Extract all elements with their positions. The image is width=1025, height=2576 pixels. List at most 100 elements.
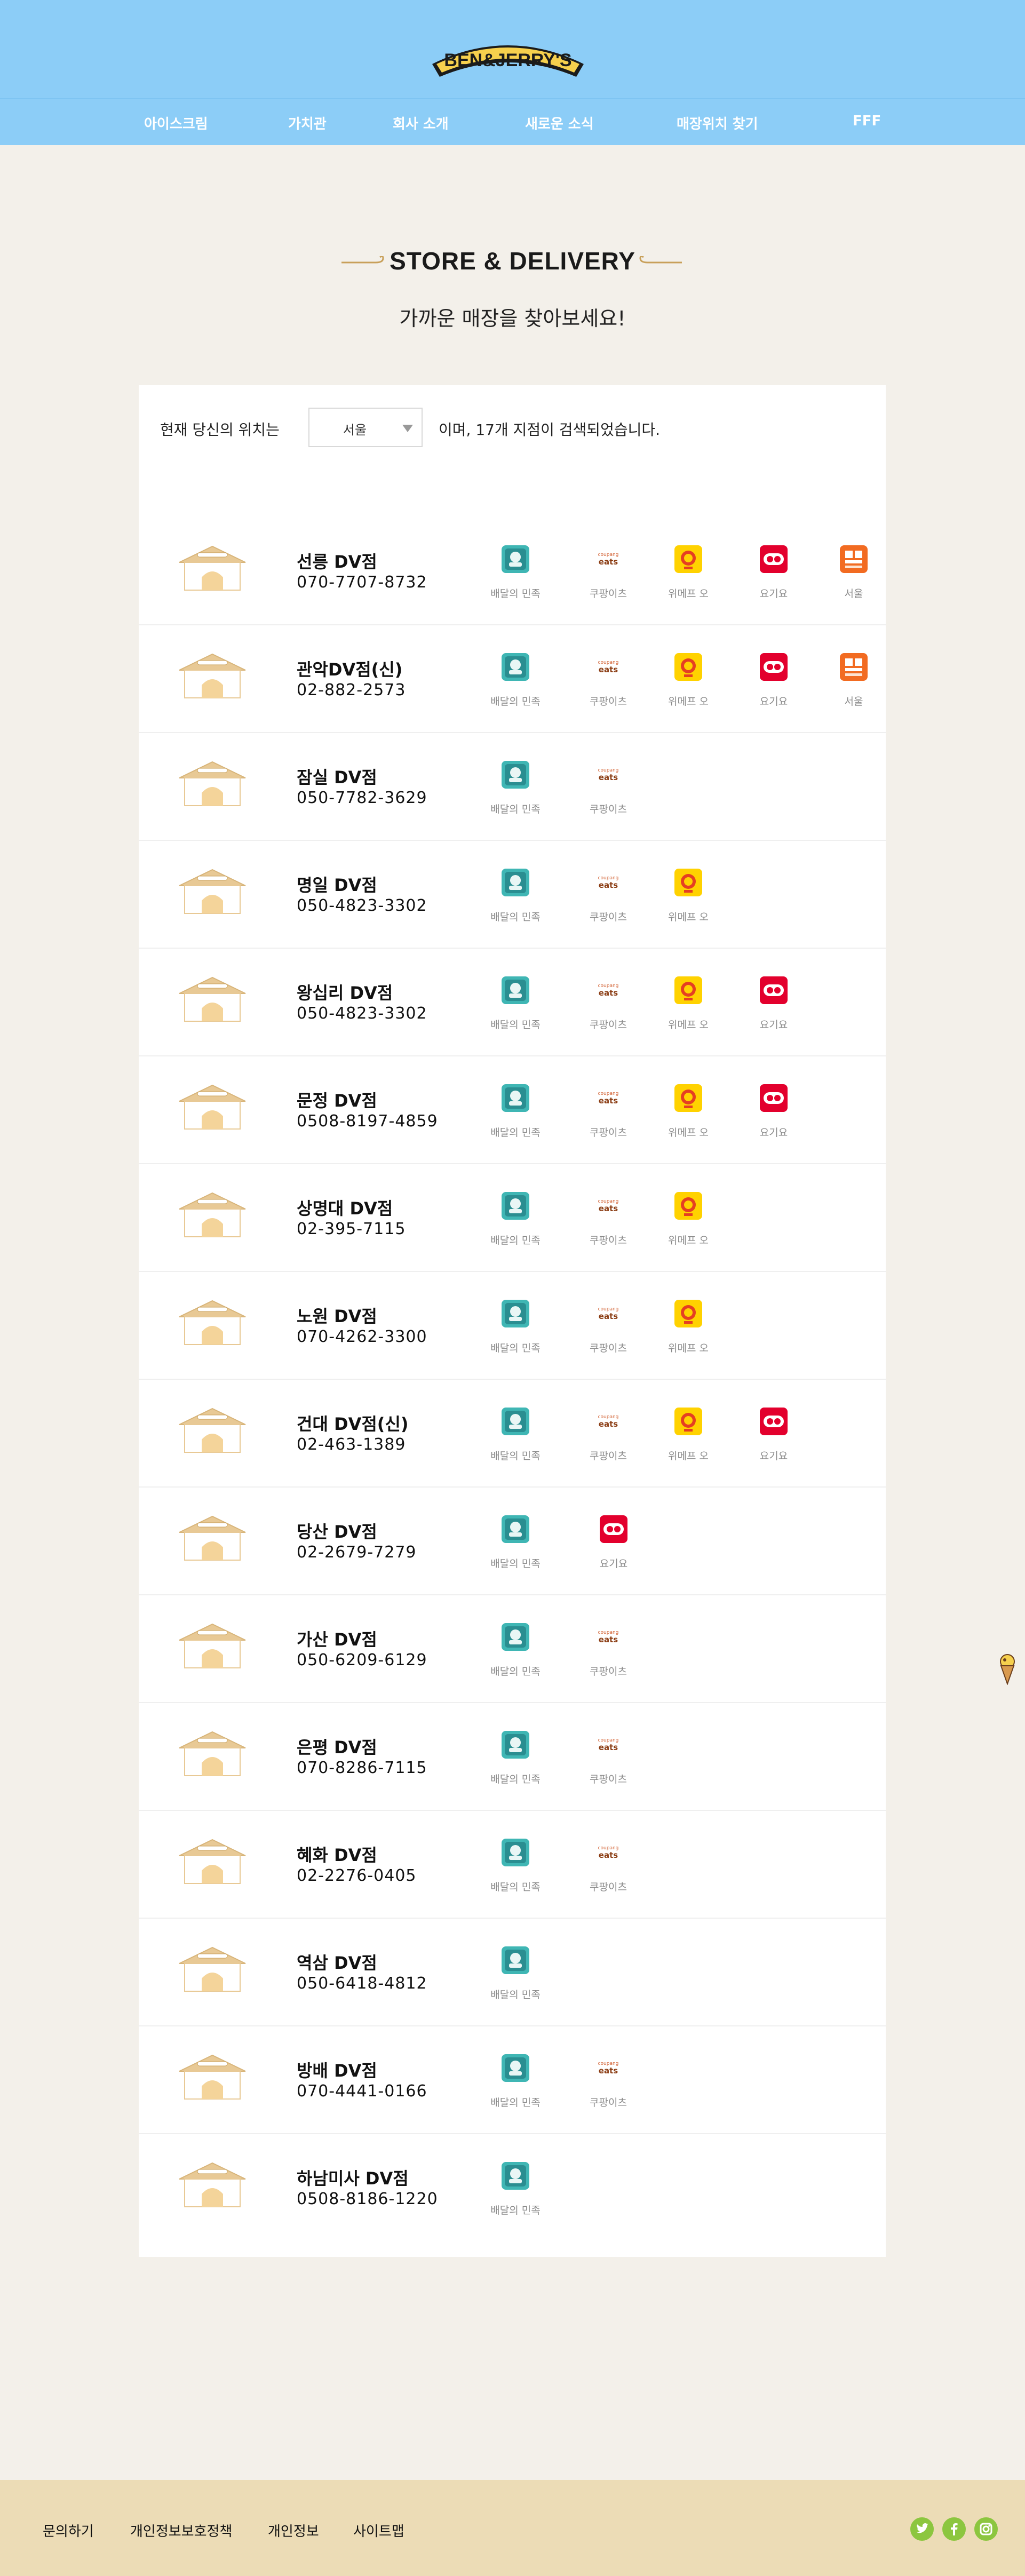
store-phone: 02-2276-0405	[297, 1866, 417, 1885]
service-link-baemin[interactable]: 배달의 민족	[478, 1192, 553, 1251]
service-link-baemin[interactable]: 배달의 민족	[478, 545, 553, 604]
service-link-coupang[interactable]: coupang eats 쿠팡이츠	[571, 1192, 646, 1251]
service-label: 배달의 민족	[490, 1989, 541, 2001]
service-link-baemin[interactable]: 배달의 민족	[478, 761, 553, 820]
nav-item-news[interactable]: 새로운 소식	[525, 113, 594, 133]
wemakeprice-o-icon	[674, 545, 702, 573]
service-link-yogiyo[interactable]: 요기요	[736, 976, 811, 1035]
ice-cream-cone-icon[interactable]	[998, 1653, 1017, 1685]
service-link-wemef[interactable]: 위메프 오	[651, 653, 726, 712]
service-label: 쿠팡이츠	[590, 1342, 627, 1354]
coupang-eats-icon: coupang eats	[594, 1300, 622, 1327]
store-phone: 0508-8197-4859	[297, 1112, 438, 1131]
service-link-baemin[interactable]: 배달의 민족	[478, 1515, 553, 1574]
nav-item-values[interactable]: 가치관	[288, 113, 327, 133]
service-link-yogiyo[interactable]: 요기요	[736, 1084, 811, 1143]
service-link-coupang[interactable]: coupang eats 쿠팡이츠	[571, 761, 646, 820]
store-house-icon	[177, 975, 248, 1022]
service-link-baemin[interactable]: 배달의 민족	[478, 1623, 553, 1682]
service-link-seoul[interactable]: 서울	[816, 545, 891, 604]
nav-item-store-locator[interactable]: 매장위치 찾기	[677, 113, 758, 133]
footer-link-privacy-policy[interactable]: 개인정보보호정책	[130, 2521, 232, 2540]
service-link-wemef[interactable]: 위메프 오	[651, 1300, 726, 1358]
service-link-baemin[interactable]: 배달의 민족	[478, 976, 553, 1035]
service-label: 쿠팡이츠	[590, 1235, 627, 1246]
store-row: 혜화 DV점 02-2276-0405 배달의 민족 coupang eats 쿠팡이츠	[139, 1811, 886, 1919]
store-name: 역삼 DV점	[297, 1953, 377, 1973]
ben-and-jerrys-logo[interactable]: BEN&JERRY'S	[427, 32, 589, 81]
coupang-eats-icon: coupang eats	[594, 761, 622, 789]
footer-link-contact[interactable]: 문의하기	[43, 2521, 94, 2540]
service-link-baemin[interactable]: 배달의 민족	[478, 1946, 553, 2005]
store-row: 잠실 DV점 050-7782-3629 배달의 민족 coupang eats 쿠팡이츠	[139, 733, 886, 841]
baemin-icon	[502, 1192, 529, 1220]
service-link-yogiyo[interactable]: 요기요	[736, 545, 811, 604]
yogiyo-icon	[600, 1515, 627, 1543]
service-link-baemin[interactable]: 배달의 민족	[478, 1408, 553, 1466]
service-link-coupang[interactable]: coupang eats 쿠팡이츠	[571, 869, 646, 927]
service-link-wemef[interactable]: 위메프 오	[651, 869, 726, 927]
nav-item-icecream[interactable]: 아이스크림	[144, 113, 208, 133]
service-link-coupang[interactable]: coupang eats 쿠팡이츠	[571, 1084, 646, 1143]
service-link-coupang[interactable]: coupang eats 쿠팡이츠	[571, 1300, 646, 1358]
service-link-wemef[interactable]: 위메프 오	[651, 976, 726, 1035]
baemin-icon	[502, 1623, 529, 1651]
wemakeprice-o-icon	[674, 1192, 702, 1220]
service-link-baemin[interactable]: 배달의 민족	[478, 1839, 553, 1897]
service-link-coupang[interactable]: coupang eats 쿠팡이츠	[571, 545, 646, 604]
service-label: 배달의 민족	[490, 2205, 541, 2216]
store-name: 문정 DV점	[297, 1091, 377, 1111]
store-row: 방배 DV점 070-4441-0166 배달의 민족 coupang eats 쿠팡이츠	[139, 2026, 886, 2134]
instagram-icon[interactable]	[974, 2517, 998, 2541]
service-label: 쿠팡이츠	[590, 2097, 627, 2109]
service-link-baemin[interactable]: 배달의 민족	[478, 1300, 553, 1358]
service-label: 요기요	[759, 1450, 788, 1462]
facebook-icon[interactable]	[942, 2517, 966, 2541]
store-phone: 02-395-7115	[297, 1220, 406, 1238]
service-link-yogiyo[interactable]: 요기요	[736, 653, 811, 712]
region-select[interactable]: 서울	[308, 408, 423, 447]
wemakeprice-o-icon	[674, 1408, 702, 1435]
store-house-icon	[177, 1299, 248, 1346]
service-link-yogiyo[interactable]: 요기요	[576, 1515, 651, 1574]
service-label: 배달의 민족	[490, 1666, 541, 1677]
service-link-baemin[interactable]: 배달의 민족	[478, 1731, 553, 1790]
service-link-coupang[interactable]: coupang eats 쿠팡이츠	[571, 2054, 646, 2113]
service-label: 배달의 민족	[490, 696, 541, 707]
nav-item-fff[interactable]: FFF	[853, 113, 881, 129]
service-link-wemef[interactable]: 위메프 오	[651, 1408, 726, 1466]
page-subtitle: 가까운 매장을 찾아보세요!	[399, 307, 626, 330]
service-link-seoul[interactable]: 서울	[816, 653, 891, 712]
service-link-wemef[interactable]: 위메프 오	[651, 545, 726, 604]
service-link-wemef[interactable]: 위메프 오	[651, 1192, 726, 1251]
service-link-baemin[interactable]: 배달의 민족	[478, 2162, 553, 2221]
service-link-baemin[interactable]: 배달의 민족	[478, 869, 553, 927]
svg-text:eats: eats	[599, 665, 618, 674]
service-link-coupang[interactable]: coupang eats 쿠팡이츠	[571, 653, 646, 712]
service-link-coupang[interactable]: coupang eats 쿠팡이츠	[571, 1839, 646, 1897]
store-house-icon	[177, 1406, 248, 1453]
service-link-coupang[interactable]: coupang eats 쿠팡이츠	[571, 1731, 646, 1790]
service-link-coupang[interactable]: coupang eats 쿠팡이츠	[571, 976, 646, 1035]
store-phone: 070-4262-3300	[297, 1327, 427, 1346]
service-link-baemin[interactable]: 배달의 민족	[478, 2054, 553, 2113]
service-link-coupang[interactable]: coupang eats 쿠팡이츠	[571, 1623, 646, 1682]
store-house-icon	[177, 1083, 248, 1130]
service-link-baemin[interactable]: 배달의 민족	[478, 653, 553, 712]
service-link-yogiyo[interactable]: 요기요	[736, 1408, 811, 1466]
coupang-eats-icon: coupang eats	[594, 1192, 622, 1220]
service-link-coupang[interactable]: coupang eats 쿠팡이츠	[571, 1408, 646, 1466]
service-link-wemef[interactable]: 위메프 오	[651, 1084, 726, 1143]
store-house-icon	[177, 1730, 248, 1777]
baemin-icon	[502, 1839, 529, 1866]
store-phone: 050-4823-3302	[297, 1004, 427, 1023]
baemin-icon	[502, 1946, 529, 1974]
footer-link-sitemap[interactable]: 사이트맵	[353, 2521, 404, 2540]
service-label: 요기요	[599, 1558, 628, 1570]
footer-link-personal-info[interactable]: 개인정보	[268, 2521, 319, 2540]
twitter-icon[interactable]	[910, 2517, 934, 2541]
store-house-icon	[177, 544, 248, 591]
service-link-baemin[interactable]: 배달의 민족	[478, 1084, 553, 1143]
service-label: 배달의 민족	[490, 1342, 541, 1354]
nav-item-about[interactable]: 회사 소개	[393, 113, 449, 133]
